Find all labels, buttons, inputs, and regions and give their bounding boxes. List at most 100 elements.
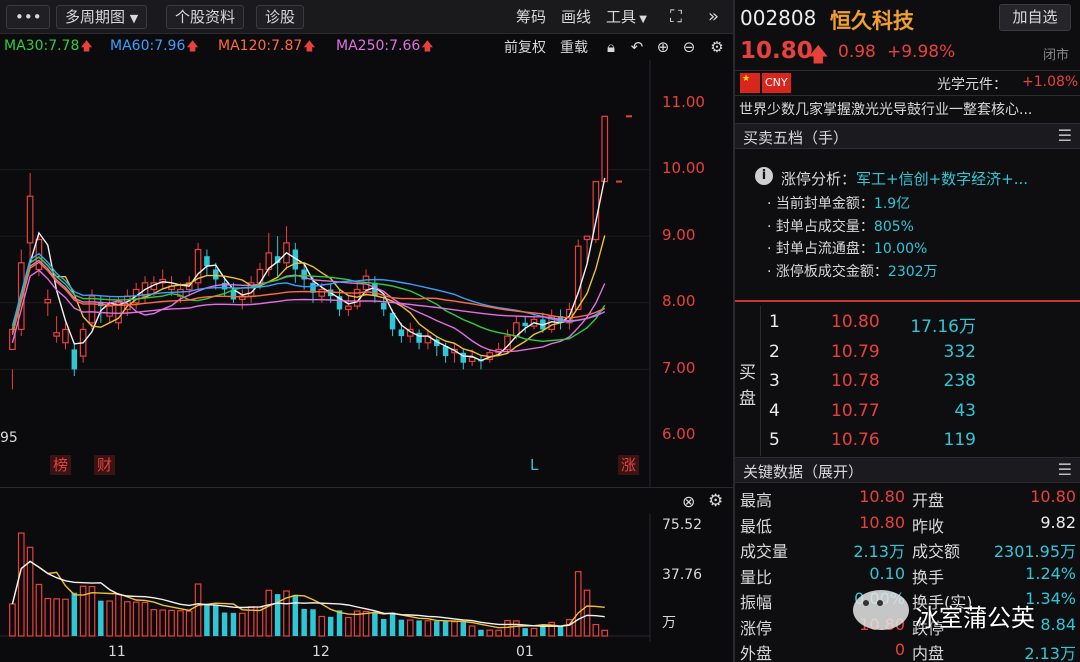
volume-bar: [512, 620, 520, 637]
keydata-row: 外盘 0 内盘 2.13万: [735, 639, 1080, 662]
rank-marker[interactable]: 榜: [50, 455, 72, 475]
limit-row: · 涨停板成交金额：2302万: [767, 264, 938, 280]
volume-bar: [221, 612, 228, 636]
candle-body: [213, 269, 219, 280]
volume-bar: [372, 611, 378, 636]
volume-bar: [98, 600, 104, 636]
volume-bar: [504, 619, 511, 637]
menu-icon[interactable]: ☰: [1058, 460, 1072, 479]
orderbook-header[interactable]: 买卖五档（手） ☰: [735, 123, 1080, 149]
keydata-value: 0: [894, 640, 905, 659]
candle-body: [380, 302, 387, 310]
bid-level: 1: [769, 312, 780, 332]
limit-tags[interactable]: 军工+信创+数字经济+...: [856, 170, 1028, 188]
finance-marker[interactable]: 财: [94, 455, 116, 475]
bid-row[interactable]: 4 10.77 43: [735, 398, 1080, 427]
period-label: 多周期图: [65, 8, 126, 26]
volume-bar: [62, 598, 69, 637]
keydata-value: 1.24%: [1025, 563, 1076, 583]
limit-up-marker[interactable]: 涨: [618, 455, 640, 475]
adjust-button[interactable]: 前复权: [504, 37, 546, 57]
bid-row[interactable]: 5 10.76 119: [735, 427, 1080, 456]
bid-price: 10.80: [831, 312, 880, 332]
collapse-icon[interactable]: »: [708, 6, 719, 28]
close-icon[interactable]: ⊗: [682, 492, 695, 511]
candlestick-chart[interactable]: [0, 60, 733, 487]
fullscreen-icon[interactable]: ⛶: [670, 6, 682, 28]
zoom-out-icon[interactable]: ⊖: [680, 38, 698, 56]
y-tick-label: 6.00: [662, 425, 696, 443]
watermark-text: 冰室蒲公英: [915, 604, 1035, 632]
settings-gear-icon[interactable]: ⚙: [708, 491, 723, 511]
keydata-value: 2.13万: [1024, 644, 1076, 662]
candle-body: [62, 328, 69, 344]
volume-bar: [530, 627, 538, 637]
diagnose-button[interactable]: 诊股: [256, 5, 305, 29]
volume-bar: [141, 601, 149, 637]
candle-body: [522, 322, 528, 327]
limit-row: · 当前封单金额：1.9亿: [767, 196, 911, 212]
volume-bar: [150, 609, 158, 637]
draw-button[interactable]: 画线: [561, 6, 591, 28]
quote-panel: 002808 恒久科技 加自选 10.80 🡅 0.98 +9.98% 闭市 ★…: [733, 0, 1080, 662]
volume-chart[interactable]: [0, 514, 733, 642]
volume-bar: [115, 593, 122, 637]
bid-level: 2: [769, 341, 780, 362]
stock-info-button[interactable]: 个股资料: [166, 5, 245, 29]
volume-bar: [574, 571, 582, 637]
bid-row[interactable]: 2 10.79 332: [735, 339, 1080, 368]
menu-icon[interactable]: ☰: [1058, 126, 1072, 145]
bid-price: 10.78: [831, 371, 880, 391]
volume-bar: [495, 629, 502, 637]
zoom-in-icon[interactable]: ⊕: [654, 38, 672, 56]
bid-row[interactable]: 3 10.78 238: [735, 368, 1080, 397]
volume-bar: [540, 625, 546, 636]
volume-bar: [256, 606, 264, 637]
candle-body: [26, 195, 34, 244]
chips-button[interactable]: 筹码: [516, 6, 546, 28]
ma-legend: MA30:7.78🡅 MA60:7.96🡅 MA120:7.87🡅 MA250:…: [0, 34, 733, 60]
volume-bar: [106, 600, 114, 637]
settings-gear-icon[interactable]: ⚙: [708, 38, 726, 56]
bid-level: 4: [769, 400, 780, 421]
bid-row[interactable]: 1 10.80 17.16万: [735, 309, 1080, 338]
bid-volume: 119: [943, 430, 976, 450]
volume-bar: [318, 615, 326, 637]
company-description[interactable]: 世界少数几家掌握激光光导鼓行业一整套核心...: [739, 99, 1077, 119]
limit-row: · 封单占流通盘：10.00%: [767, 241, 928, 257]
keydata-value: 9.82: [1040, 512, 1076, 532]
keydata-label: 成交额: [912, 542, 961, 561]
volume-bar: [79, 585, 87, 637]
volume-bar: [398, 619, 405, 636]
keydata-value: 10.80: [859, 487, 905, 506]
keydata-row: 最高 10.80 开盘 10.80: [735, 486, 1080, 511]
lock-icon[interactable]: 🔒︎: [602, 38, 620, 56]
bid-volume: 238: [943, 371, 976, 391]
keydata-label: 外盘: [740, 644, 773, 662]
keydata-header[interactable]: 关键数据（展开） ☰: [735, 457, 1080, 483]
keydata-row: 成交量 2.13万 成交额 2301.95万: [735, 537, 1080, 562]
reload-button[interactable]: 重载: [560, 37, 588, 57]
tools-dropdown[interactable]: 工具 ▼: [606, 6, 647, 28]
low-price-label: 95: [0, 430, 18, 446]
add-watchlist-button[interactable]: 加自选: [999, 4, 1071, 31]
candle-body: [574, 245, 582, 311]
volume-bar: [124, 601, 131, 637]
ma60-value: MA60:7.96🡅: [110, 38, 199, 54]
candle-body: [416, 332, 422, 343]
undo-icon[interactable]: ↶: [628, 38, 646, 56]
period-dropdown[interactable]: 多周期图 ▼: [56, 5, 148, 29]
sector-name[interactable]: 光学元件：: [937, 74, 1007, 94]
volume-bar: [406, 619, 414, 637]
volume-bar: [265, 589, 273, 637]
volume-bar: [336, 610, 343, 636]
more-button[interactable]: •••: [6, 5, 50, 29]
keydata-label: 内盘: [912, 644, 945, 662]
bid-price: 10.77: [831, 400, 880, 421]
volume-bar: [88, 585, 96, 637]
volume-bar: [213, 605, 219, 636]
l-marker[interactable]: L: [527, 455, 541, 475]
x-tick-label: 11: [108, 644, 126, 660]
volume-bar: [230, 612, 237, 636]
keydata-label: 涨停: [740, 618, 773, 638]
